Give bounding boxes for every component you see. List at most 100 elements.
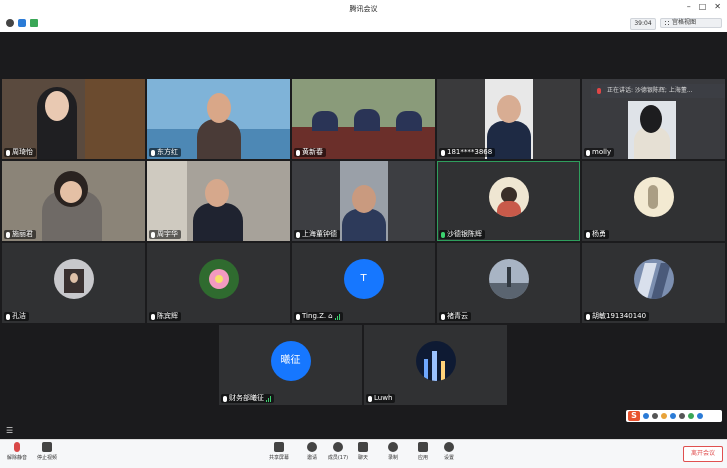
speaking-indicator: 正在讲话: 沙德银陈辉; 上海董... bbox=[591, 84, 725, 98]
share-screen-icon bbox=[274, 442, 284, 452]
mic-icon bbox=[223, 395, 227, 402]
participant-tile[interactable]: 陈宾辉 bbox=[147, 243, 290, 323]
ime-skin-icon[interactable] bbox=[688, 413, 694, 419]
participant-avatar bbox=[198, 259, 239, 299]
participant-avatar bbox=[488, 259, 529, 299]
participant-tile[interactable]: 上海董钟德 bbox=[292, 161, 435, 241]
ime-punct-icon[interactable] bbox=[652, 413, 658, 419]
record-button[interactable]: 录制 bbox=[378, 442, 408, 461]
participant-name-tag: 施丽君 bbox=[4, 230, 36, 239]
participant-name-tag: 杨勇 bbox=[584, 230, 609, 239]
participant-tile[interactable]: 胡敏191340140 bbox=[582, 243, 725, 323]
settings-button[interactable]: 设置 bbox=[434, 442, 464, 461]
participant-name-tag: 东方红 bbox=[149, 148, 181, 157]
participant-avatar bbox=[488, 177, 529, 217]
mic-muted-icon bbox=[14, 442, 20, 452]
chat-button[interactable]: 聊天 bbox=[348, 442, 378, 461]
mic-icon bbox=[6, 231, 10, 238]
participant-tile[interactable]: 周琦怡 bbox=[2, 79, 145, 159]
ime-voice-icon[interactable] bbox=[670, 413, 676, 419]
mic-icon bbox=[296, 149, 300, 156]
share-screen-button[interactable]: 共享屏幕 bbox=[264, 442, 294, 461]
participant-avatar: 曦征 bbox=[270, 341, 311, 381]
meeting-toolbar: 解除静音 停止视频 共享屏幕 邀请 成员(17) 聊天 录制 应用 设置 bbox=[0, 439, 727, 468]
participant-avatar bbox=[633, 259, 674, 299]
mic-icon bbox=[368, 395, 372, 402]
sogou-ime-icon[interactable]: S bbox=[628, 411, 640, 421]
mic-icon bbox=[586, 231, 590, 238]
title-bar: 腾讯会议 – □ ✕ 39:04 宫格视图 bbox=[0, 0, 727, 33]
participant-name-tag: 褚青云 bbox=[439, 312, 471, 321]
mic-icon bbox=[6, 149, 10, 156]
participant-tile[interactable]: 曦征 财务部曦征 bbox=[219, 325, 362, 405]
participant-name-tag: 周宇华 bbox=[149, 230, 181, 239]
apps-icon bbox=[418, 442, 428, 452]
network-signal-icon[interactable] bbox=[30, 19, 38, 27]
ime-tools-icon[interactable] bbox=[697, 413, 703, 419]
participant-name-tag: 陈宾辉 bbox=[149, 312, 181, 321]
participant-name-tag: 胡敏191340140 bbox=[584, 312, 650, 321]
participant-name-tag: 周琦怡 bbox=[4, 148, 36, 157]
participant-name-tag: 孔洁 bbox=[4, 312, 29, 321]
participant-tile[interactable]: 181****3868 bbox=[437, 79, 580, 159]
meeting-info-icon[interactable] bbox=[6, 19, 14, 27]
invite-icon bbox=[307, 442, 317, 452]
gear-icon bbox=[444, 442, 454, 452]
maximize-icon[interactable]: □ bbox=[699, 2, 707, 11]
grid-view-icon bbox=[664, 20, 670, 26]
members-icon bbox=[333, 442, 343, 452]
participant-tile[interactable]: 东方红 bbox=[147, 79, 290, 159]
participant-tile[interactable]: 黄新春 bbox=[292, 79, 435, 159]
participant-tile[interactable]: 杨勇 bbox=[582, 161, 725, 241]
ime-toolbar[interactable]: S bbox=[626, 410, 722, 422]
signal-icon bbox=[266, 395, 271, 402]
participant-name-tag: 181****3868 bbox=[439, 148, 496, 157]
view-mode-button[interactable]: 宫格视图 bbox=[660, 18, 722, 28]
mic-icon bbox=[151, 149, 155, 156]
list-icon[interactable]: ☰ bbox=[6, 426, 13, 435]
participant-name-tag: 上海董钟德 bbox=[294, 230, 340, 239]
view-mode-label: 宫格视图 bbox=[672, 19, 697, 26]
mic-icon bbox=[296, 313, 300, 320]
participant-avatar bbox=[415, 341, 456, 381]
video-button[interactable]: 停止视频 bbox=[32, 442, 62, 461]
unmute-button[interactable]: 解除静音 bbox=[2, 442, 32, 461]
mic-icon bbox=[586, 313, 590, 320]
participant-tile[interactable]: 褚青云 bbox=[437, 243, 580, 323]
participant-tile[interactable]: Luwh bbox=[364, 325, 507, 405]
minimize-icon[interactable]: – bbox=[687, 2, 691, 11]
mic-icon bbox=[151, 313, 155, 320]
leave-meeting-button[interactable]: 离开会议 bbox=[683, 446, 723, 462]
participant-name-tag: 财务部曦征 bbox=[221, 394, 274, 403]
participant-name-tag: Luwh bbox=[366, 394, 396, 403]
mic-icon bbox=[6, 313, 10, 320]
ime-mode-icon[interactable] bbox=[643, 413, 649, 419]
participant-name-tag: Ting.Z. ⌂ bbox=[294, 312, 343, 321]
participant-tile[interactable]: 沙德银陈辉 bbox=[437, 161, 580, 241]
mic-icon bbox=[441, 231, 445, 238]
close-icon[interactable]: ✕ bbox=[714, 2, 721, 11]
mic-icon bbox=[441, 149, 445, 156]
meeting-timer: 39:04 bbox=[630, 18, 656, 30]
participant-name-tag: 沙德银陈辉 bbox=[439, 230, 485, 239]
participant-avatar bbox=[53, 259, 94, 299]
participant-tile[interactable]: T Ting.Z. ⌂ bbox=[292, 243, 435, 323]
mic-icon bbox=[586, 149, 590, 156]
participant-tile[interactable]: 孔洁 bbox=[2, 243, 145, 323]
mic-icon bbox=[296, 231, 300, 238]
participant-avatar: T bbox=[343, 259, 384, 299]
security-shield-icon[interactable] bbox=[18, 19, 26, 27]
window-title: 腾讯会议 bbox=[349, 5, 378, 13]
ime-emoji-icon[interactable] bbox=[661, 413, 667, 419]
ime-keyboard-icon[interactable] bbox=[679, 413, 685, 419]
participant-name-tag: 黄新春 bbox=[294, 148, 326, 157]
record-icon bbox=[388, 442, 398, 452]
camera-icon bbox=[42, 442, 52, 452]
signal-icon bbox=[334, 313, 340, 320]
mic-icon bbox=[151, 231, 155, 238]
speaking-mic-icon bbox=[597, 88, 601, 94]
participant-tile[interactable]: 施丽君 bbox=[2, 161, 145, 241]
participant-tile[interactable]: 周宇华 bbox=[147, 161, 290, 241]
participant-name-tag: molly bbox=[584, 148, 615, 157]
participant-avatar bbox=[633, 177, 674, 217]
